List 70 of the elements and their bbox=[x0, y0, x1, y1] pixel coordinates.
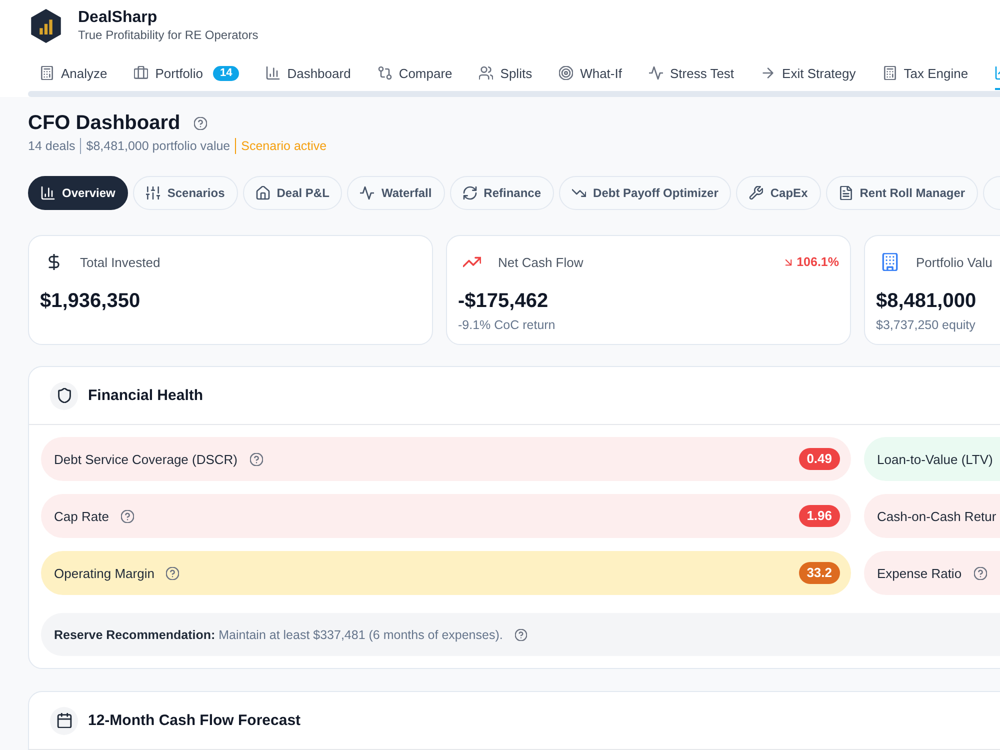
metric-value-badge: 33.2 bbox=[798, 562, 840, 584]
stat-detail: $3,737,250 equity bbox=[876, 317, 976, 333]
stat-label: Total Invested bbox=[80, 254, 160, 270]
calendar-icon bbox=[50, 706, 78, 734]
wrench-icon bbox=[749, 186, 764, 200]
nav-tab[interactable]: Compare bbox=[378, 58, 452, 90]
metric-label: Debt Service Coverage (DSCR) bbox=[54, 452, 238, 466]
calculator-icon bbox=[882, 66, 897, 80]
briefcase-icon bbox=[134, 66, 148, 80]
metric-label: Cash-on-Cash Retur bbox=[877, 508, 996, 524]
summary-text: 14 deals bbox=[28, 138, 76, 154]
reserve-text: Reserve Recommendation: Maintain at least $337,481 (6 months of expenses). bbox=[54, 628, 503, 642]
document-icon bbox=[838, 186, 853, 200]
bar-chart-icon bbox=[266, 66, 280, 80]
stat-value: $1,936,350 bbox=[40, 289, 142, 313]
arrow-right-icon bbox=[761, 66, 776, 80]
nav-tab[interactable]: Analyze bbox=[40, 58, 108, 90]
shield-icon bbox=[50, 382, 78, 410]
scrollbar-thumb[interactable] bbox=[28, 91, 1000, 97]
summary-text: $8,481,000 portfolio value bbox=[80, 138, 230, 154]
metric-value-badge: 1.96 bbox=[798, 505, 840, 527]
panel-title: Financial Health bbox=[88, 387, 204, 404]
stat-label: Portfolio Valu bbox=[916, 254, 992, 270]
compare-icon bbox=[378, 66, 392, 80]
trend-down-icon bbox=[572, 186, 586, 200]
stat-value: $8,481,000 bbox=[876, 289, 978, 313]
app-tagline: True Profitability for RE Operators bbox=[78, 28, 258, 43]
metric-label: Expense Ratio bbox=[877, 566, 962, 580]
sliders-icon bbox=[146, 186, 160, 200]
trend-text: 106.1% bbox=[796, 255, 839, 269]
nav-tab[interactable]: Exit Strategy bbox=[761, 58, 856, 90]
panel-title: 12-Month Cash Flow Forecast bbox=[88, 712, 301, 729]
nav-tab[interactable]: Dashboard bbox=[266, 58, 351, 90]
view-tab[interactable]: Deal P&L bbox=[242, 176, 342, 210]
view-tab[interactable]: Rent Roll Manager bbox=[826, 176, 978, 210]
nav-tab[interactable]: Stress Test bbox=[648, 58, 734, 90]
metric-label: Operating Margin bbox=[54, 566, 154, 580]
help-icon bbox=[194, 116, 208, 130]
stat-value: -$175,462 bbox=[458, 289, 550, 313]
refresh-icon bbox=[462, 186, 477, 200]
nav-tab[interactable]: Splits bbox=[479, 58, 532, 90]
page-title: CFO Dashboard bbox=[28, 111, 180, 135]
help-icon bbox=[514, 628, 527, 640]
pulse-icon bbox=[648, 66, 663, 80]
target-icon bbox=[559, 66, 574, 80]
scenario-status-text: Scenario active bbox=[235, 138, 327, 154]
nav-tab[interactable]: Portfolio 14 bbox=[134, 58, 240, 90]
view-tab[interactable]: Refinance bbox=[450, 176, 554, 210]
nav-tab[interactable]: What-If bbox=[559, 58, 622, 90]
building-icon bbox=[881, 253, 899, 271]
metric-label: Cap Rate bbox=[54, 508, 109, 524]
metric-label: Loan-to-Value (LTV) bbox=[877, 452, 993, 466]
bar-chart-icon bbox=[41, 186, 55, 200]
view-tab[interactable]: Waterfall bbox=[347, 176, 445, 210]
pulse-icon bbox=[360, 186, 374, 200]
nav-tab[interactable]: Tax Engine bbox=[882, 58, 968, 90]
house-icon bbox=[256, 186, 270, 200]
app-name: DealSharp bbox=[78, 9, 158, 27]
view-tab[interactable]: Scenarios bbox=[133, 176, 238, 210]
view-tab[interactable]: Debt Payoff Optimizer bbox=[559, 176, 732, 210]
view-tab[interactable]: Overview bbox=[28, 176, 128, 210]
users-icon bbox=[479, 66, 494, 80]
calculator-icon bbox=[40, 66, 54, 80]
logo-icon bbox=[30, 9, 62, 43]
metric-value-badge: 0.49 bbox=[798, 448, 840, 470]
stat-detail: -9.1% CoC return bbox=[458, 317, 556, 333]
dollar-icon bbox=[46, 254, 62, 270]
stat-label: Net Cash Flow bbox=[498, 254, 584, 270]
count-badge: 14 bbox=[212, 66, 240, 80]
view-tab[interactable]: CapEx bbox=[736, 176, 821, 210]
